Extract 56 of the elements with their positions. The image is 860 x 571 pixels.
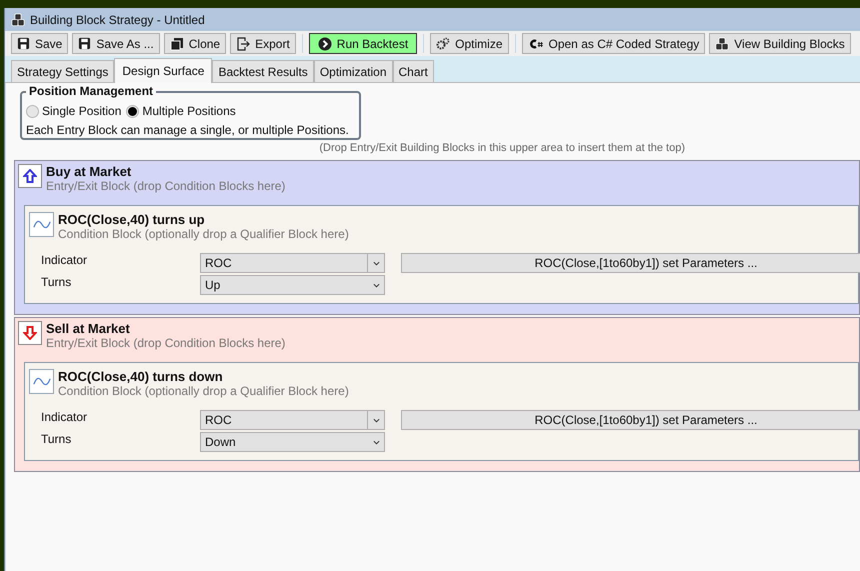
condition-title: ROC(Close,40) turns down (58, 369, 224, 384)
caret-icon (372, 418, 380, 422)
tab[interactable]: Backtest Results (212, 60, 314, 82)
dropdown[interactable]: ROC (200, 410, 385, 430)
radio-dot[interactable] (126, 104, 140, 118)
field-label: Indicator (41, 410, 88, 424)
toolbar-button[interactable]: Open as C# Coded Strategy (522, 33, 706, 54)
parameters-button[interactable]: ROC(Close,[1to60by1]) set Parameters ... (401, 253, 860, 273)
caret-icon (372, 260, 380, 266)
block-title: Sell at Market (46, 321, 131, 336)
csharp-icon (528, 38, 544, 50)
condition-title: ROC(Close,40) turns up (58, 212, 206, 227)
save-icon (17, 37, 30, 50)
tab[interactable]: Design Surface (114, 58, 212, 83)
toolbar-button[interactable]: Save (11, 33, 68, 54)
window-title: Building Block Strategy - Untitled (30, 12, 205, 26)
dropdown[interactable]: Up (200, 275, 385, 295)
wave-icon (32, 376, 50, 387)
group-title: Position Management (26, 84, 156, 98)
blocks-icon (715, 36, 730, 50)
group-note: Each Entry Block can manage a single, or multiple Positions. (26, 123, 349, 137)
toolbar-button[interactable]: Clone (164, 33, 226, 54)
toolbar-button[interactable]: Export (230, 33, 296, 54)
drop-hint: (Drop Entry/Exit Building Blocks in this upper area to insert them at the top) (319, 142, 685, 154)
field-label: Turns (41, 275, 72, 289)
toolbar-button[interactable]: Save As ... (72, 33, 160, 54)
tab[interactable]: Chart (392, 60, 434, 82)
radio-dot[interactable] (26, 104, 39, 118)
condition-subtitle: Condition Block (optionally drop a Qualifier Block here) (58, 227, 349, 241)
wave-icon (32, 219, 50, 230)
block-subtitle: Entry/Exit Block (drop Condition Blocks here) (46, 179, 286, 193)
down-arrow-icon (23, 326, 37, 340)
toolbar-button[interactable]: Optimize (430, 33, 508, 54)
gears-icon (436, 36, 450, 50)
export-icon (236, 36, 250, 50)
play-icon (318, 36, 332, 50)
toolbar-button[interactable]: Run Backtest (308, 33, 418, 54)
caret-icon (372, 440, 380, 444)
save-icon (78, 37, 92, 50)
blocks-icon (11, 12, 25, 26)
tab[interactable]: Strategy Settings (11, 60, 114, 82)
field-label: Indicator (41, 253, 88, 267)
condition-subtitle: Condition Block (optionally drop a Qualifier Block here) (58, 384, 349, 398)
dropdown[interactable]: ROC (200, 253, 385, 273)
field-label: Turns (41, 432, 72, 446)
tab[interactable]: Optimization (314, 60, 393, 82)
up-arrow-icon (23, 169, 37, 183)
block-title: Buy at Market (46, 164, 132, 179)
radio-option[interactable]: Multiple Positions (126, 104, 236, 118)
dropdown[interactable]: Down (200, 432, 385, 452)
clone-icon (170, 36, 184, 50)
block-subtitle: Entry/Exit Block (drop Condition Blocks here) (46, 336, 286, 350)
parameters-button[interactable]: ROC(Close,[1to60by1]) set Parameters ... (401, 410, 860, 430)
toolbar-button[interactable]: View Building Blocks (709, 33, 851, 54)
caret-icon (372, 282, 380, 288)
radio-option[interactable]: Single Position (26, 104, 122, 118)
